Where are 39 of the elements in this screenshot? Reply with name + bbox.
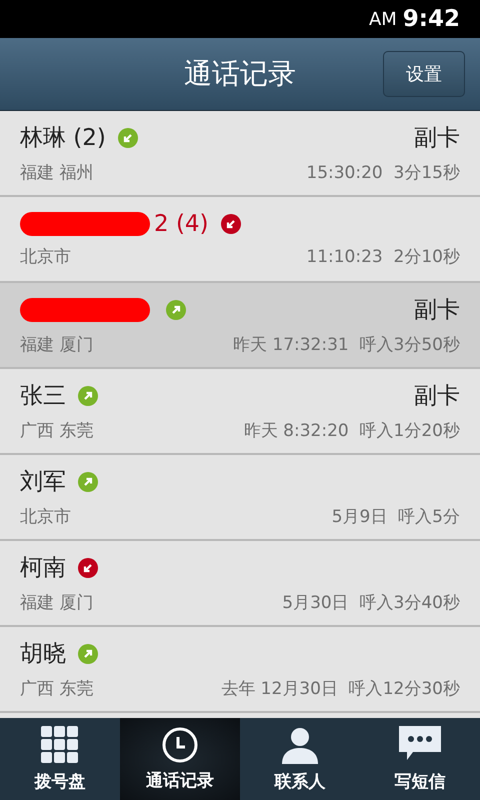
- call-location: 福建 厦门: [20, 334, 94, 356]
- person-icon: [281, 726, 319, 764]
- contact-name: 2 (4): [154, 210, 209, 236]
- call-location: 福建 福州: [20, 162, 94, 184]
- contact-name: 刘军: [20, 468, 66, 497]
- call-log-row[interactable]: 副卡 福建 厦门 昨天 17:32:31 呼入3分50秒: [0, 283, 480, 369]
- missed-call-icon: [78, 558, 98, 578]
- contact-name: 胡晓: [20, 640, 66, 669]
- sim-label: 副卡: [414, 296, 460, 325]
- clock-icon: [162, 726, 198, 762]
- contact-name: 林琳 (2): [20, 124, 106, 153]
- call-location: 广西 东莞: [20, 678, 94, 700]
- call-time: 5月9日 呼入5分: [332, 506, 460, 528]
- settings-button[interactable]: 设置: [383, 51, 465, 97]
- status-ampm: AM: [368, 8, 397, 30]
- call-location: 广西 东莞: [20, 420, 94, 442]
- call-time: 15:30:20 3分15秒: [306, 162, 460, 184]
- dialpad-icon: [41, 726, 79, 764]
- call-location: 北京市: [20, 246, 71, 268]
- outgoing-call-icon: [78, 472, 98, 492]
- missed-call-icon: [220, 214, 241, 234]
- outgoing-call-icon: [166, 300, 186, 320]
- nav-tab[interactable]: 通话记录: [120, 718, 240, 800]
- screen-title: 通话记录: [184, 56, 296, 92]
- contact-name: 柯南: [20, 554, 66, 583]
- sim-label: 副卡: [414, 124, 460, 153]
- call-time: 昨天 17:32:31 呼入3分50秒: [232, 334, 460, 356]
- call-time: 11:10:23 2分10秒: [306, 246, 460, 268]
- call-time: 去年 12月30日 呼入12分30秒: [221, 678, 460, 700]
- incoming-call-icon: [118, 128, 138, 148]
- call-time: 5月30日 呼入3分40秒: [282, 592, 460, 614]
- outgoing-call-icon: [78, 644, 98, 664]
- call-location: 福建 厦门: [20, 592, 94, 614]
- outgoing-call-icon: [78, 386, 98, 406]
- call-time: 昨天 8:32:20 呼入1分20秒: [244, 420, 460, 442]
- sim-label: 副卡: [414, 382, 460, 411]
- contact-name: 张三: [20, 382, 66, 411]
- status-time: 9:42: [402, 6, 460, 32]
- call-location: 北京市: [20, 506, 71, 528]
